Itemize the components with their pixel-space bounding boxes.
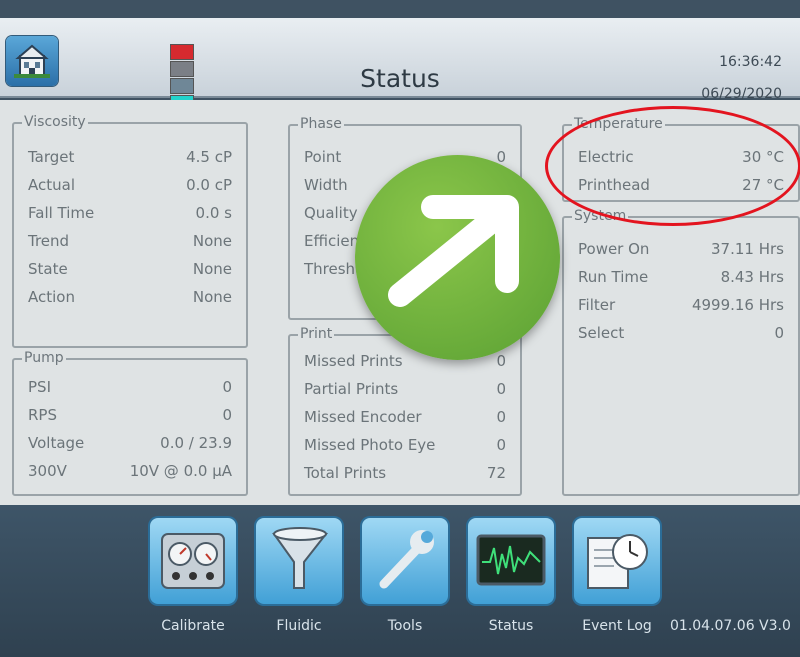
pump-group: Pump PSI 0 RPS 0 Voltage 0.0 / 23.9 300V 10V… xyxy=(12,350,248,496)
row-value: 0 xyxy=(496,408,506,426)
funnel-icon xyxy=(272,527,329,589)
status-swatch-1 xyxy=(170,44,194,60)
row-value: 0.0 s xyxy=(195,204,232,222)
tools-button-label: Tools xyxy=(387,618,423,634)
system-row-run-time: Run Time 8.43 Hrs xyxy=(564,268,798,292)
row-label: Missed Photo Eye xyxy=(304,436,436,454)
row-value: 4999.16 Hrs xyxy=(691,296,784,314)
system-row-select: Select 0 xyxy=(564,324,798,348)
row-value: None xyxy=(192,232,232,250)
header-bar: Status 16:36:42 06/29/2020 xyxy=(0,18,800,111)
row-value: 0 xyxy=(774,324,784,342)
viscosity-row-fall-time: Fall Time 0.0 s xyxy=(14,204,246,228)
row-label: Select xyxy=(578,324,625,342)
row-value: None xyxy=(192,260,232,278)
row-label: Total Prints xyxy=(304,464,387,482)
row-value: 10V @ 0.0 μA xyxy=(129,462,232,480)
fluidic-button-label: Fluidic xyxy=(276,618,322,634)
software-version: 01.04.07.06 V3.0 xyxy=(670,618,791,634)
event-log-button-label: Event Log xyxy=(582,618,652,634)
row-value: 0 xyxy=(496,436,506,454)
arrow-badge xyxy=(355,155,560,360)
calibrate-button[interactable] xyxy=(150,518,236,604)
pump-row-rps: RPS 0 xyxy=(14,406,246,430)
row-label: RPS xyxy=(28,406,57,424)
row-value: 0 xyxy=(222,378,232,396)
status-button[interactable] xyxy=(468,518,554,604)
pump-row-voltage: Voltage 0.0 / 23.9 xyxy=(14,434,246,458)
row-value: None xyxy=(192,288,232,306)
pump-row-300v: 300V 10V @ 0.0 μA xyxy=(14,462,246,486)
hmi-screen: Status 16:36:42 06/29/2020 Viscosity Tar… xyxy=(0,0,800,657)
row-label: Filter xyxy=(578,296,616,314)
row-label: Run Time xyxy=(578,268,649,286)
row-value: 0 xyxy=(496,380,506,398)
event-log-button[interactable] xyxy=(574,518,660,604)
print-row-total-prints: Total Prints 72 xyxy=(290,464,520,488)
wrench-icon xyxy=(379,530,434,589)
viscosity-row-trend: Trend None xyxy=(14,232,246,256)
viscosity-row-target: Target 4.5 cP xyxy=(14,148,246,172)
clock-document-icon xyxy=(587,534,648,589)
row-value: 8.43 Hrs xyxy=(720,268,784,286)
viscosity-row-state: State None xyxy=(14,260,246,284)
row-label: Quality xyxy=(304,204,358,222)
print-group-title: Print xyxy=(298,326,335,342)
print-row-partial-prints: Partial Prints 0 xyxy=(290,380,520,404)
status-button-label: Status xyxy=(488,618,534,634)
row-label: Power On xyxy=(578,240,650,258)
row-value: 72 xyxy=(486,464,506,482)
row-label: State xyxy=(28,260,68,278)
calibrate-button-label: Calibrate xyxy=(161,618,225,634)
viscosity-row-actual: Actual 0.0 cP xyxy=(14,176,246,200)
row-label: Efficien xyxy=(304,232,360,250)
print-row-missed-encoder: Missed Encoder 0 xyxy=(290,408,520,432)
row-label: Voltage xyxy=(28,434,85,452)
viscosity-group: Viscosity Target 4.5 cP Actual 0.0 cP Fall… xyxy=(12,114,248,348)
row-label: Thresh xyxy=(304,260,356,278)
system-group: System Power On 37.11 Hrs Run Time 8.43 Hr… xyxy=(562,208,800,496)
tools-button[interactable] xyxy=(362,518,448,604)
row-label: PSI xyxy=(28,378,51,396)
row-label: Action xyxy=(28,288,75,306)
row-label: Partial Prints xyxy=(304,380,399,398)
monitor-waveform-icon xyxy=(476,534,546,586)
viscosity-row-action: Action None xyxy=(14,288,246,312)
row-value: 0.0 cP xyxy=(186,176,232,194)
system-row-power-on: Power On 37.11 Hrs xyxy=(564,240,798,264)
pump-row-psi: PSI 0 xyxy=(14,378,246,402)
row-label: Actual xyxy=(28,176,75,194)
row-label: Fall Time xyxy=(28,204,95,222)
temperature-highlight-ellipse xyxy=(545,106,800,226)
clock-time: 16:36:42 xyxy=(719,54,782,70)
phase-group-title: Phase xyxy=(298,116,344,132)
fluidic-button[interactable] xyxy=(256,518,342,604)
row-value: 4.5 cP xyxy=(186,148,232,166)
row-label: 300V xyxy=(28,462,67,480)
page-title: Status xyxy=(360,64,440,93)
row-label: Target xyxy=(28,148,75,166)
row-value: 37.11 Hrs xyxy=(711,240,784,258)
arrow-up-right-icon xyxy=(388,195,519,307)
row-value: 0.0 / 23.9 xyxy=(160,434,232,452)
row-label: Missed Encoder xyxy=(304,408,422,426)
print-row-missed-photo-eye: Missed Photo Eye 0 xyxy=(290,436,520,460)
row-label: Point xyxy=(304,148,342,166)
system-row-filter: Filter 4999.16 Hrs xyxy=(564,296,798,320)
row-label: Trend xyxy=(28,232,70,250)
row-value: 0 xyxy=(222,406,232,424)
viscosity-group-title: Viscosity xyxy=(22,114,88,130)
row-label: Width xyxy=(304,176,348,194)
gauges-icon xyxy=(161,533,225,589)
pump-group-title: Pump xyxy=(22,350,66,366)
